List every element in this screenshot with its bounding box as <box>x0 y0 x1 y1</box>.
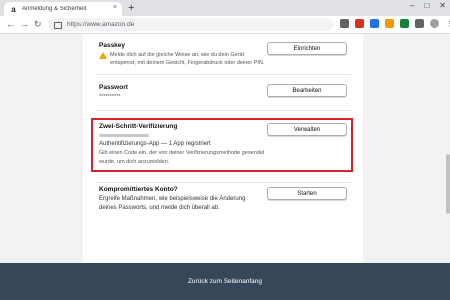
tab-strip: a Anmeldung & Sicherheit × + – □ ✕ <box>0 0 450 16</box>
start-compromised-button[interactable]: Starten <box>267 187 347 200</box>
compromised-title: Kompromittiertes Konto? <box>99 186 178 193</box>
password-masked: ********** <box>99 94 121 100</box>
window-controls: – □ ✕ <box>410 1 446 10</box>
redacted-account-info <box>99 134 149 137</box>
profile-avatar-icon[interactable] <box>430 19 439 28</box>
setup-passkey-button[interactable]: Einrichten <box>267 42 347 55</box>
extension-green-icon[interactable] <box>400 19 409 28</box>
address-bar[interactable]: https://www.amazon.de <box>48 18 333 31</box>
minimize-button[interactable]: – <box>410 1 414 10</box>
maximize-button[interactable]: □ <box>424 1 429 10</box>
extension-red-icon[interactable] <box>355 19 364 28</box>
passkey-text-line2: entsperrst, mit deinem Gesicht, Fingerab… <box>110 60 265 66</box>
share-icon[interactable] <box>340 19 349 28</box>
extensions-row: ⋮ <box>340 19 450 28</box>
warning-icon <box>99 52 107 59</box>
menu-icon[interactable]: ⋮ <box>445 19 450 28</box>
password-title: Passwort <box>99 84 128 91</box>
two-step-desc-line2: wurde, um dich anzumelden. <box>99 159 170 165</box>
back-to-top-link[interactable]: Zurück zum Seitenanfang <box>188 278 262 285</box>
back-to-top-footer[interactable]: Zurück zum Seitenanfang <box>0 263 450 300</box>
browser-toolbar: ← → ↻ https://www.amazon.de ⋮ <box>0 16 450 34</box>
tab-title: Anmeldung & Sicherheit <box>22 6 87 12</box>
lock-icon <box>54 22 62 29</box>
forward-arrow-icon[interactable]: → <box>20 19 29 29</box>
scrollbar-thumb[interactable] <box>446 154 450 214</box>
divider <box>95 182 351 183</box>
extension-blue-icon[interactable] <box>370 19 379 28</box>
scrollbar[interactable] <box>446 34 450 263</box>
two-step-desc-line1: Gib einen Code ein, der von deiner Verif… <box>99 150 265 156</box>
url-text: https://www.amazon.de <box>67 21 135 28</box>
two-step-app-line: Authentifizierungs-App — 1 App registrie… <box>99 141 211 147</box>
page-body: Passkey Melde dich auf die gleiche Weise… <box>0 34 450 263</box>
back-arrow-icon[interactable]: ← <box>6 19 15 29</box>
compromised-text-line2: deines Passworts, und melde dich überall… <box>99 205 220 211</box>
reload-icon[interactable]: ↻ <box>34 19 42 29</box>
compromised-text-line1: Ergreife Maßnahmen, wie beispielsweise d… <box>99 196 246 202</box>
security-card: Passkey Melde dich auf die gleiche Weise… <box>83 34 363 263</box>
divider <box>95 74 351 75</box>
edit-password-button[interactable]: Bearbeiten <box>267 84 347 97</box>
amazon-favicon-icon: a <box>11 4 16 14</box>
amazon-extension-icon[interactable] <box>385 19 394 28</box>
close-window-button[interactable]: ✕ <box>439 1 446 10</box>
close-tab-icon[interactable]: × <box>113 4 117 11</box>
browser-tab[interactable]: a Anmeldung & Sicherheit × <box>4 2 122 16</box>
extensions-puzzle-icon[interactable] <box>415 19 424 28</box>
passkey-text-line1: Melde dich auf die gleiche Weise an, wie… <box>110 52 245 58</box>
manage-two-step-button[interactable]: Verwalten <box>267 123 347 136</box>
passkey-title: Passkey <box>99 42 126 49</box>
new-tab-button[interactable]: + <box>128 2 134 14</box>
divider <box>95 110 351 111</box>
two-step-title: Zwei-Schritt-Verifizierung <box>99 123 178 130</box>
